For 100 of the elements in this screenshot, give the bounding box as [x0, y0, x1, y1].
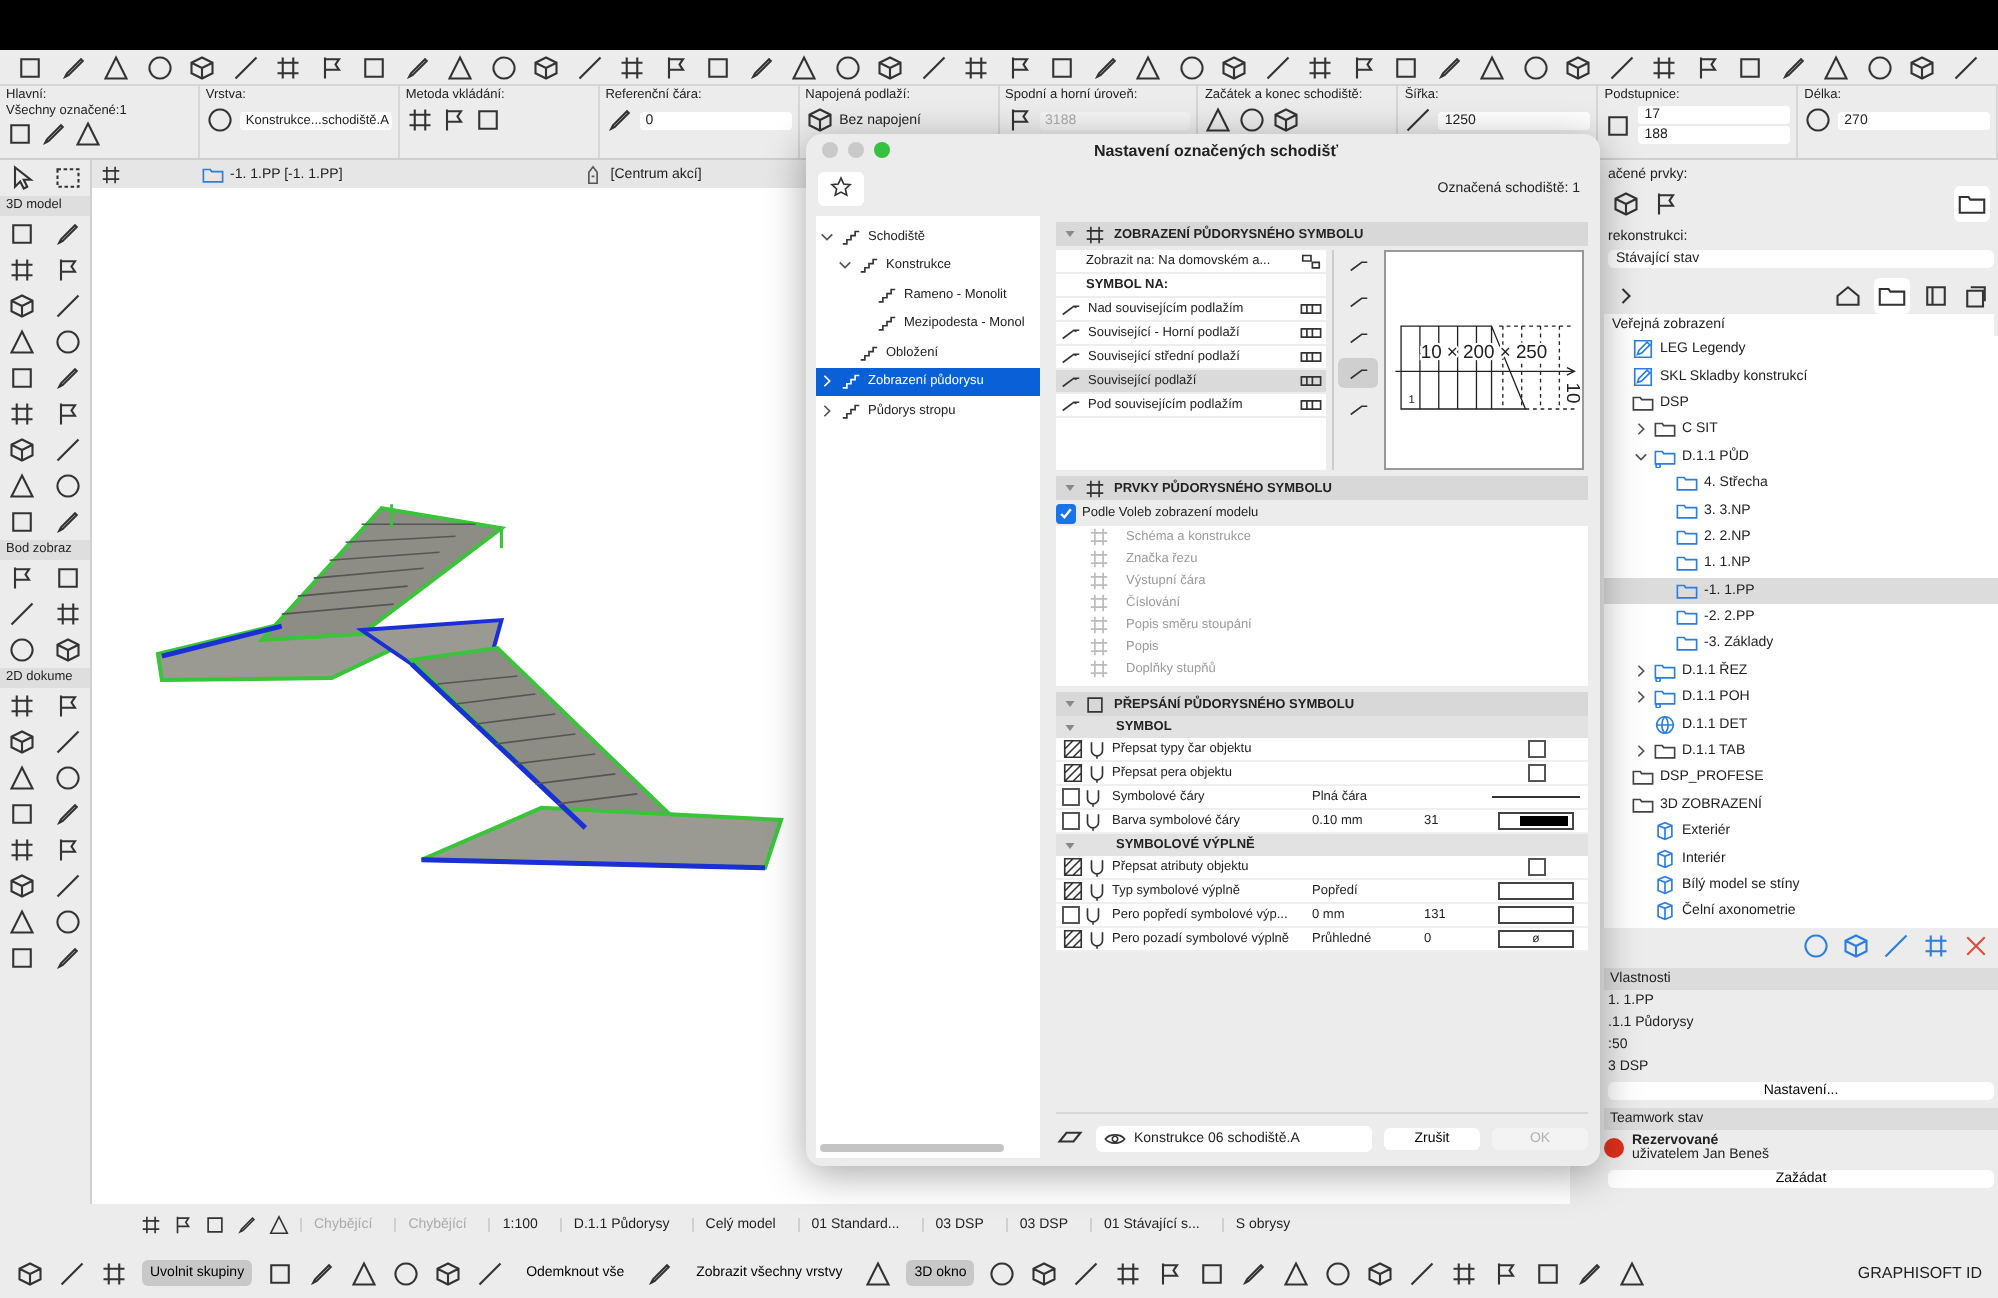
checkbox[interactable] — [1062, 788, 1080, 806]
cube-icon[interactable] — [53, 636, 82, 664]
pencil-icon[interactable] — [59, 53, 87, 81]
square-icon[interactable] — [8, 944, 37, 972]
circle-icon[interactable] — [1238, 106, 1267, 134]
pencil-icon[interactable] — [747, 53, 775, 81]
circle-icon[interactable] — [1324, 1259, 1353, 1287]
triangle-icon[interactable] — [268, 1213, 290, 1235]
square-icon[interactable] — [704, 53, 732, 81]
square-icon[interactable] — [1392, 53, 1420, 81]
line-icon[interactable] — [1408, 1259, 1437, 1287]
brand-label[interactable]: GRAPHISOFT ID — [1857, 1264, 1982, 1282]
pencil-icon[interactable] — [40, 120, 68, 148]
circle-icon[interactable] — [1177, 53, 1205, 81]
checkbox[interactable] — [1056, 503, 1076, 523]
line-icon[interactable] — [476, 1259, 505, 1287]
pen-swatch[interactable] — [1498, 906, 1574, 924]
stack-icon[interactable] — [1962, 282, 1990, 310]
flag-icon[interactable] — [8, 564, 37, 592]
chevron-icon[interactable] — [1634, 449, 1648, 464]
square-icon[interactable] — [53, 564, 82, 592]
triangle-icon[interactable] — [1134, 53, 1162, 81]
cube-icon[interactable] — [1272, 106, 1301, 134]
square-icon[interactable] — [16, 53, 44, 81]
square-icon[interactable] — [8, 220, 37, 248]
pencil-icon[interactable] — [605, 106, 634, 134]
minimize-dot-icon[interactable] — [848, 142, 864, 158]
chevron-icon[interactable] — [1634, 690, 1648, 705]
house-icon[interactable] — [1834, 282, 1862, 310]
pencil-icon[interactable] — [646, 1259, 675, 1287]
line-icon[interactable] — [53, 872, 82, 900]
line-icon[interactable] — [1263, 53, 1291, 81]
chevron-icon[interactable] — [1634, 744, 1648, 759]
line-icon[interactable] — [1951, 53, 1979, 81]
grid-icon[interactable] — [8, 256, 37, 284]
grid-icon[interactable] — [1114, 1259, 1143, 1287]
scrollbar[interactable] — [820, 1144, 1004, 1152]
grid-icon[interactable] — [1306, 53, 1334, 81]
triangle-icon[interactable] — [8, 472, 37, 500]
triangle-icon[interactable] — [1822, 53, 1850, 81]
cube-icon[interactable] — [8, 436, 37, 464]
pencil-icon[interactable] — [403, 53, 431, 81]
folder-icon[interactable] — [1874, 278, 1910, 314]
circle-icon[interactable] — [392, 1259, 421, 1287]
line-icon[interactable] — [1404, 106, 1433, 134]
circle-icon[interactable] — [1865, 53, 1893, 81]
triangle-icon[interactable] — [102, 53, 130, 81]
checkbox[interactable] — [1527, 858, 1545, 876]
circle-icon[interactable] — [53, 764, 82, 792]
pencil-icon[interactable] — [53, 800, 82, 828]
line-icon[interactable] — [58, 1259, 86, 1287]
flag-icon[interactable] — [1492, 1259, 1521, 1287]
checkbox[interactable] — [1062, 906, 1080, 924]
circle-icon[interactable] — [53, 908, 82, 936]
cube-icon[interactable] — [1908, 53, 1936, 81]
line-icon[interactable] — [8, 600, 37, 628]
favorites-button[interactable] — [818, 171, 864, 205]
triangle-icon[interactable] — [350, 1259, 379, 1287]
pen-swatch[interactable] — [1498, 812, 1574, 830]
cube-icon[interactable] — [805, 106, 834, 134]
line-icon[interactable] — [919, 53, 947, 81]
triangle-icon[interactable] — [864, 1259, 893, 1287]
cube-icon[interactable] — [16, 1259, 44, 1287]
triangle-icon[interactable] — [1282, 1259, 1311, 1287]
cube-icon[interactable] — [1612, 190, 1640, 218]
chevron-icon[interactable] — [838, 258, 852, 273]
grid-icon[interactable] — [100, 163, 122, 185]
book-icon[interactable] — [1922, 282, 1950, 310]
square-icon[interactable] — [8, 800, 37, 828]
circle-icon[interactable] — [988, 1259, 1017, 1287]
circle-icon[interactable] — [8, 636, 37, 664]
chevron-icon[interactable] — [820, 229, 834, 244]
chevron-icon[interactable] — [1634, 422, 1648, 437]
grid-icon[interactable] — [1450, 1259, 1479, 1287]
star-icon[interactable] — [830, 175, 852, 197]
circle-icon[interactable] — [489, 53, 517, 81]
square-icon[interactable] — [6, 120, 34, 148]
cube-icon[interactable] — [8, 292, 37, 320]
line-icon[interactable] — [575, 53, 603, 81]
pencil-icon[interactable] — [308, 1259, 337, 1287]
caret-icon[interactable] — [1064, 839, 1076, 851]
circle-icon[interactable] — [53, 328, 82, 356]
cube-icon[interactable] — [188, 53, 216, 81]
grid-icon[interactable] — [100, 1259, 128, 1287]
pencil-icon[interactable] — [1091, 53, 1119, 81]
square-icon[interactable] — [1534, 1259, 1563, 1287]
pencil-icon[interactable] — [1779, 53, 1807, 81]
grid-icon[interactable] — [1650, 53, 1678, 81]
line-icon[interactable] — [1607, 53, 1635, 81]
square-icon[interactable] — [8, 364, 37, 392]
pencil-icon[interactable] — [1240, 1259, 1269, 1287]
cube-icon[interactable] — [8, 728, 37, 756]
square-icon[interactable] — [1604, 111, 1633, 139]
triangle-icon[interactable] — [8, 328, 37, 356]
line-icon[interactable] — [53, 292, 82, 320]
fill-swatch[interactable] — [1498, 882, 1574, 900]
symbol-mode-button[interactable] — [1338, 358, 1378, 388]
grid-icon[interactable] — [274, 53, 302, 81]
grid-icon[interactable] — [8, 836, 37, 864]
flag-icon[interactable] — [172, 1213, 194, 1235]
